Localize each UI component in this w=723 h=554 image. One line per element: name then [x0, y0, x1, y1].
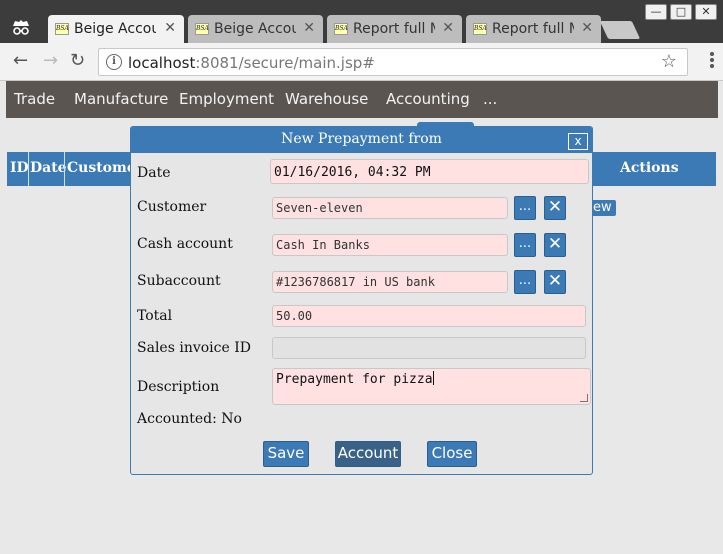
close-tab-icon[interactable]: ✕: [303, 20, 315, 36]
accounted-status: Accounted: No: [137, 411, 242, 427]
favicon-icon: BSA: [473, 23, 487, 35]
customer-pick-button[interactable]: ...: [514, 196, 536, 220]
cash-account-clear-icon[interactable]: ✕: [544, 233, 566, 257]
save-button[interactable]: Save: [263, 441, 309, 467]
incognito-icon: [10, 17, 32, 37]
subaccount-label: Subaccount: [137, 273, 221, 289]
forward-icon[interactable]: →: [43, 51, 58, 71]
customer-clear-icon[interactable]: ✕: [544, 196, 566, 220]
maximize-icon[interactable]: □: [670, 4, 692, 20]
url-text: localhost:8081/secure/main.jsp#: [128, 54, 375, 72]
browser-tab[interactable]: BSA Beige Accou ✕: [48, 15, 184, 43]
menu-item-warehouse[interactable]: Warehouse: [285, 90, 368, 108]
tab-title: Beige Accou: [74, 21, 156, 37]
dialog-title: New Prepayment from: [281, 131, 442, 147]
new-tab-button[interactable]: [599, 21, 641, 39]
total-field[interactable]: 50.00: [272, 305, 586, 327]
tab-title: Report full M: [492, 21, 574, 37]
tab-title: Report full M: [353, 21, 435, 37]
close-button[interactable]: Close: [427, 441, 477, 467]
reload-icon[interactable]: ↻: [70, 51, 85, 71]
info-icon[interactable]: i: [106, 54, 122, 70]
customer-label: Customer: [137, 199, 207, 215]
browser-toolbar: ← → ↻ i localhost:8081/secure/main.jsp# …: [0, 43, 723, 81]
browser-tab[interactable]: BSA Report full M ✕: [327, 15, 462, 43]
menu-item-more[interactable]: ...: [483, 90, 497, 108]
tab-title: Beige Accou: [214, 21, 296, 37]
resize-handle-icon[interactable]: [580, 394, 588, 402]
prepayment-dialog: New Prepayment from x Date 01/16/2016, 0…: [130, 126, 593, 475]
subaccount-pick-button[interactable]: ...: [514, 270, 536, 294]
favicon-icon: BSA: [195, 23, 209, 35]
account-button[interactable]: Account: [335, 441, 401, 467]
minimize-icon[interactable]: —: [645, 4, 667, 20]
back-icon[interactable]: ←: [13, 51, 28, 71]
total-label: Total: [137, 308, 173, 324]
sales-invoice-field[interactable]: [272, 337, 586, 359]
browser-menu-icon[interactable]: [710, 52, 714, 70]
dialog-title-bar: New Prepayment from x: [131, 127, 592, 153]
address-bar[interactable]: i localhost:8081/secure/main.jsp# ☆: [98, 48, 688, 76]
cash-account-pick-button[interactable]: ...: [514, 233, 536, 257]
column-header-id[interactable]: ID: [10, 160, 29, 176]
cash-account-field[interactable]: Cash In Banks: [272, 234, 508, 256]
description-textarea[interactable]: Prepayment for pizza: [272, 368, 591, 405]
menu-item-trade[interactable]: Trade: [14, 90, 55, 108]
dialog-close-button[interactable]: x: [568, 133, 588, 150]
main-menu: Trade Manufacture Employment Warehouse A…: [6, 81, 718, 118]
close-tab-icon[interactable]: ✕: [442, 20, 454, 36]
column-header-actions: Actions: [620, 160, 679, 176]
date-field[interactable]: 01/16/2016, 04:32 PM: [270, 159, 589, 184]
sales-invoice-label: Sales invoice ID: [137, 340, 251, 356]
cash-account-label: Cash account: [137, 236, 233, 252]
menu-item-employment[interactable]: Employment: [179, 90, 274, 108]
favicon-icon: BSA: [55, 23, 69, 35]
subaccount-field[interactable]: #1236786817 in US bank: [272, 271, 508, 293]
customer-field[interactable]: Seven-eleven: [272, 197, 508, 219]
bookmark-star-icon[interactable]: ☆: [661, 51, 677, 72]
description-text: Prepayment for pizza: [276, 372, 433, 387]
favicon-icon: BSA: [334, 23, 348, 35]
browser-tab-strip: BSA Beige Accou ✕ BSA Beige Accou ✕ BSA …: [0, 0, 723, 43]
menu-item-manufacture[interactable]: Manufacture: [74, 90, 168, 108]
close-tab-icon[interactable]: ✕: [164, 20, 176, 36]
description-label: Description: [137, 379, 220, 395]
subaccount-clear-icon[interactable]: ✕: [544, 270, 566, 294]
browser-tab[interactable]: BSA Report full M ✕: [466, 15, 601, 43]
date-label: Date: [137, 165, 171, 181]
menu-item-accounting[interactable]: Accounting: [386, 90, 470, 108]
close-tab-icon[interactable]: ✕: [581, 20, 593, 36]
column-header-date[interactable]: Date: [30, 160, 67, 176]
browser-tab[interactable]: BSA Beige Accou ✕: [188, 15, 323, 43]
close-window-icon[interactable]: ✕: [695, 4, 717, 20]
